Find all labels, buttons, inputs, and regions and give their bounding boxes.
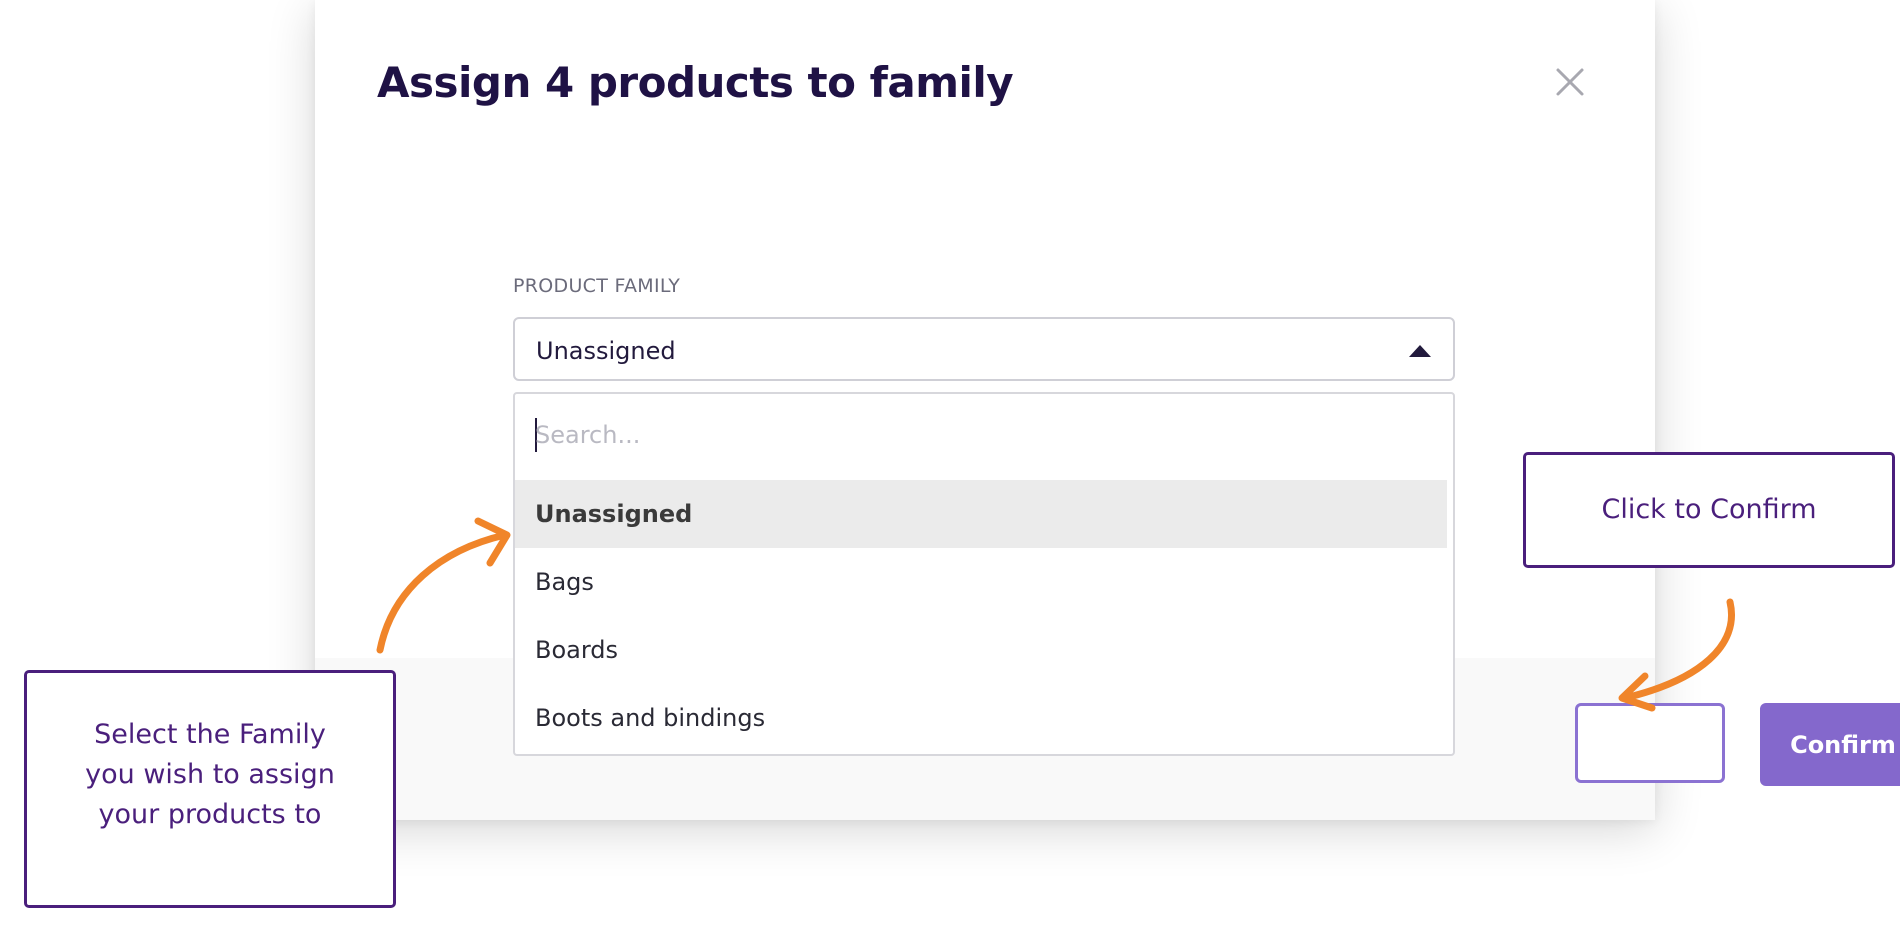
callout-line: your products to xyxy=(98,799,322,830)
product-family-label: PRODUCT FAMILY xyxy=(513,275,681,297)
family-search-input[interactable] xyxy=(535,412,1415,458)
assign-family-modal: Assign 4 products to family PRODUCT FAMI… xyxy=(315,0,1900,820)
confirm-callout: Click to Confirm xyxy=(1523,452,1895,568)
modal-title: Assign 4 products to family xyxy=(377,58,1014,107)
family-option[interactable]: Boots and bindings xyxy=(515,684,1447,752)
close-icon xyxy=(1556,68,1584,96)
select-family-callout: Select the Family you wish to assign you… xyxy=(24,670,396,908)
caret-up-icon xyxy=(1409,345,1431,357)
callout-line: Select the Family xyxy=(94,719,326,750)
callout-line: you wish to assign xyxy=(85,759,335,790)
family-option-list: Unassigned Bags Boards Boots and bindings xyxy=(515,480,1447,752)
family-option[interactable]: Unassigned xyxy=(515,480,1447,548)
close-button[interactable] xyxy=(1550,62,1590,102)
cancel-button[interactable] xyxy=(1575,703,1725,783)
confirm-button[interactable]: Confirm xyxy=(1760,703,1900,786)
product-family-select[interactable]: Unassigned xyxy=(513,317,1455,381)
selected-family-value: Unassigned xyxy=(536,337,676,365)
family-option[interactable]: Boards xyxy=(515,616,1447,684)
family-option[interactable]: Bags xyxy=(515,548,1447,616)
family-dropdown: UnassignedBagsBoardsBoots and bindings xyxy=(513,392,1455,756)
